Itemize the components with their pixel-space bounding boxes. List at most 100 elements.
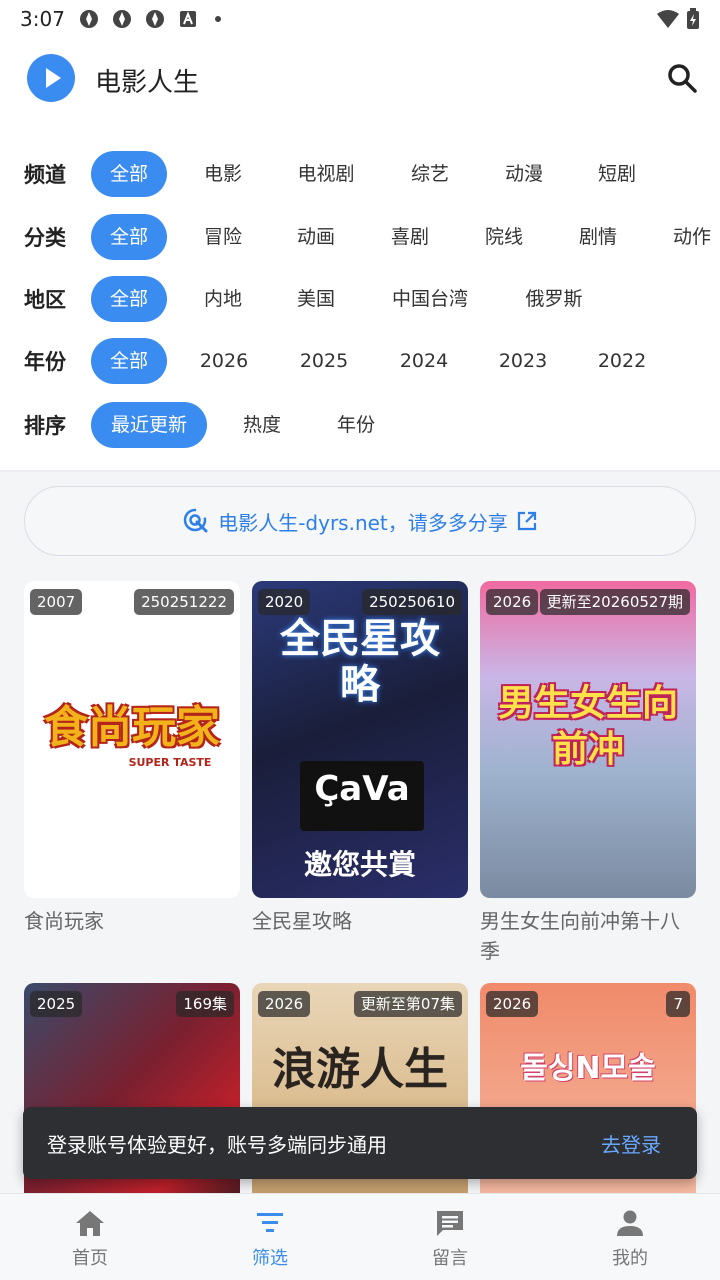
app-title: 电影人生: [95, 68, 200, 98]
filter-row-category: 分类 全部 冒险 动画 喜剧 院线 剧情 动作: [0, 214, 720, 260]
video-card[interactable]: 全民星攻略 ÇaVa 邀您共賞 2020 250250610 全民星攻略: [252, 581, 468, 936]
app-notification-icon: [145, 10, 164, 28]
filter-chip-channel[interactable]: 综艺: [392, 151, 468, 197]
year-badge: 2020: [258, 589, 311, 615]
year-badge: 2026: [486, 589, 539, 615]
filter-chip-year[interactable]: 2025: [286, 338, 362, 384]
share-link-icon: [183, 508, 208, 533]
year-badge: 2007: [30, 589, 83, 615]
app-logo: [27, 54, 75, 102]
filter-chip-channel[interactable]: 短剧: [579, 151, 655, 197]
status-badge: 169集: [176, 991, 234, 1017]
nav-item-label: 留言: [432, 1248, 468, 1269]
filter-chip-region[interactable]: 内地: [185, 276, 261, 322]
filter-chip-region-all[interactable]: 全部: [91, 276, 167, 322]
bottom-nav: 首页 筛选 留言 我的: [0, 1193, 720, 1280]
video-poster[interactable]: 男生女生向前冲 2026 更新至20260527期: [480, 581, 696, 898]
share-banner-text: 电影人生-dyrs.net，请多多分享: [218, 510, 508, 535]
nav-item-filter[interactable]: 筛选: [180, 1194, 360, 1280]
status-badge: 更新至第07集: [353, 991, 462, 1017]
status-bar: 3:07: [0, 0, 720, 38]
video-poster[interactable]: 2025 169集: [24, 983, 240, 1223]
filter-chip-sort-recent[interactable]: 最近更新: [91, 402, 207, 448]
poster-art-subtext: ÇaVa: [314, 769, 410, 809]
filter-panel: 频道 全部 电影 电视剧 综艺 动漫 短剧 分类 全部 冒险 动画 喜剧 院线 …: [0, 120, 720, 470]
filter-chip-category[interactable]: 动作: [654, 214, 720, 260]
poster-art-text: 男生女生向前冲: [497, 683, 678, 770]
font-notification-icon: [179, 11, 196, 27]
filter-chip-channel-all[interactable]: 全部: [91, 151, 167, 197]
video-card[interactable]: 浪游人生 2026 更新至第07集: [252, 983, 468, 1223]
video-card[interactable]: 2025 169集: [24, 983, 240, 1223]
filter-label: 年份: [24, 350, 66, 374]
video-title[interactable]: 男生女生向前冲第十八季: [480, 906, 696, 966]
filter-chip-category[interactable]: 剧情: [560, 214, 636, 260]
filter-chip-sort[interactable]: 年份: [318, 402, 394, 448]
filter-chip-year-all[interactable]: 全部: [91, 338, 167, 384]
video-title[interactable]: 食尚玩家: [24, 906, 240, 936]
filter-chip-year[interactable]: 2026: [186, 338, 262, 384]
home-icon: [76, 1211, 104, 1236]
filter-chip-year[interactable]: 2022: [584, 338, 660, 384]
filter-chip-category[interactable]: 喜剧: [372, 214, 448, 260]
status-badge: 7: [666, 991, 690, 1017]
filter-chip-channel[interactable]: 动漫: [486, 151, 562, 197]
status-badge: 更新至20260527期: [539, 589, 690, 615]
toast-message: 登录账号体验更好，账号多端同步通用: [47, 1133, 387, 1157]
app-notification-icon: [112, 10, 131, 28]
filter-chip-category[interactable]: 冒险: [185, 214, 261, 260]
login-button[interactable]: 去登录: [601, 1129, 661, 1158]
filter-label: 频道: [24, 163, 66, 187]
filter-chip-region[interactable]: 中国台湾: [378, 276, 482, 322]
poster-art-subtext: 邀您共賞: [303, 848, 416, 881]
nav-item-label: 筛选: [252, 1248, 288, 1269]
nav-item-label: 首页: [72, 1248, 108, 1269]
wifi-icon: [657, 10, 679, 28]
section-divider: [0, 470, 720, 472]
filter-chip-channel[interactable]: 电视剧: [283, 151, 369, 197]
filter-chip-year[interactable]: 2024: [386, 338, 462, 384]
video-poster[interactable]: 全民星攻略 ÇaVa 邀您共賞 2020 250250610: [252, 581, 468, 898]
filter-chip-region[interactable]: 美国: [278, 276, 354, 322]
search-icon[interactable]: [666, 62, 698, 94]
nav-item-message[interactable]: 留言: [360, 1194, 540, 1280]
share-banner[interactable]: 电影人生-dyrs.net，请多多分享: [24, 486, 696, 556]
video-poster[interactable]: 浪游人生 2026 更新至第07集: [252, 983, 468, 1223]
play-icon: [46, 68, 61, 88]
app-notification-icon: [79, 10, 98, 28]
nav-item-profile[interactable]: 我的: [540, 1194, 720, 1280]
filter-chip-region[interactable]: 俄罗斯: [510, 276, 598, 322]
filter-chip-category[interactable]: 动画: [278, 214, 354, 260]
more-notifications-dot: [214, 16, 221, 22]
video-title[interactable]: 全民星攻略: [252, 906, 468, 936]
login-toast: 登录账号体验更好，账号多端同步通用 去登录: [23, 1107, 697, 1179]
video-card[interactable]: 食尚玩家 SUPER TASTE 2007 250251222 食尚玩家: [24, 581, 240, 936]
video-card[interactable]: 돌싱N모솔 2026 7: [480, 983, 696, 1223]
status-time: 3:07: [20, 7, 65, 31]
filter-chip-channel[interactable]: 电影: [185, 151, 261, 197]
year-badge: 2025: [30, 991, 83, 1017]
user-icon: [617, 1210, 643, 1236]
video-card[interactable]: 男生女生向前冲 2026 更新至20260527期 男生女生向前冲第十八季: [480, 581, 696, 966]
status-badge: 250251222: [134, 589, 234, 615]
poster-art-subtext: SUPER TASTE: [128, 756, 212, 769]
open-external-icon: [517, 511, 536, 531]
filter-chip-category[interactable]: 院线: [466, 214, 542, 260]
filter-label: 地区: [24, 288, 66, 312]
year-badge: 2026: [486, 991, 539, 1017]
status-badge: 250250610: [362, 589, 462, 615]
filter-chip-sort[interactable]: 热度: [224, 402, 300, 448]
video-poster[interactable]: 食尚玩家 SUPER TASTE 2007 250251222: [24, 581, 240, 898]
nav-item-home[interactable]: 首页: [0, 1194, 180, 1280]
filter-chip-year[interactable]: 2023: [485, 338, 561, 384]
poster-art-text: 돌싱N모솔: [520, 1051, 656, 1086]
filter-chip-category-all[interactable]: 全部: [91, 214, 167, 260]
filter-row-year: 年份 全部 2026 2025 2024 2023 2022: [0, 338, 720, 384]
year-badge: 2026: [258, 991, 311, 1017]
poster-art-text: 食尚玩家: [44, 702, 220, 753]
filter-row-sort: 排序 最近更新 热度 年份: [0, 402, 720, 448]
poster-art-text: 浪游人生: [272, 1044, 448, 1095]
filter-row-region: 地区 全部 内地 美国 中国台湾 俄罗斯: [0, 276, 720, 322]
video-poster[interactable]: 돌싱N모솔 2026 7: [480, 983, 696, 1223]
filter-label: 排序: [24, 414, 66, 438]
